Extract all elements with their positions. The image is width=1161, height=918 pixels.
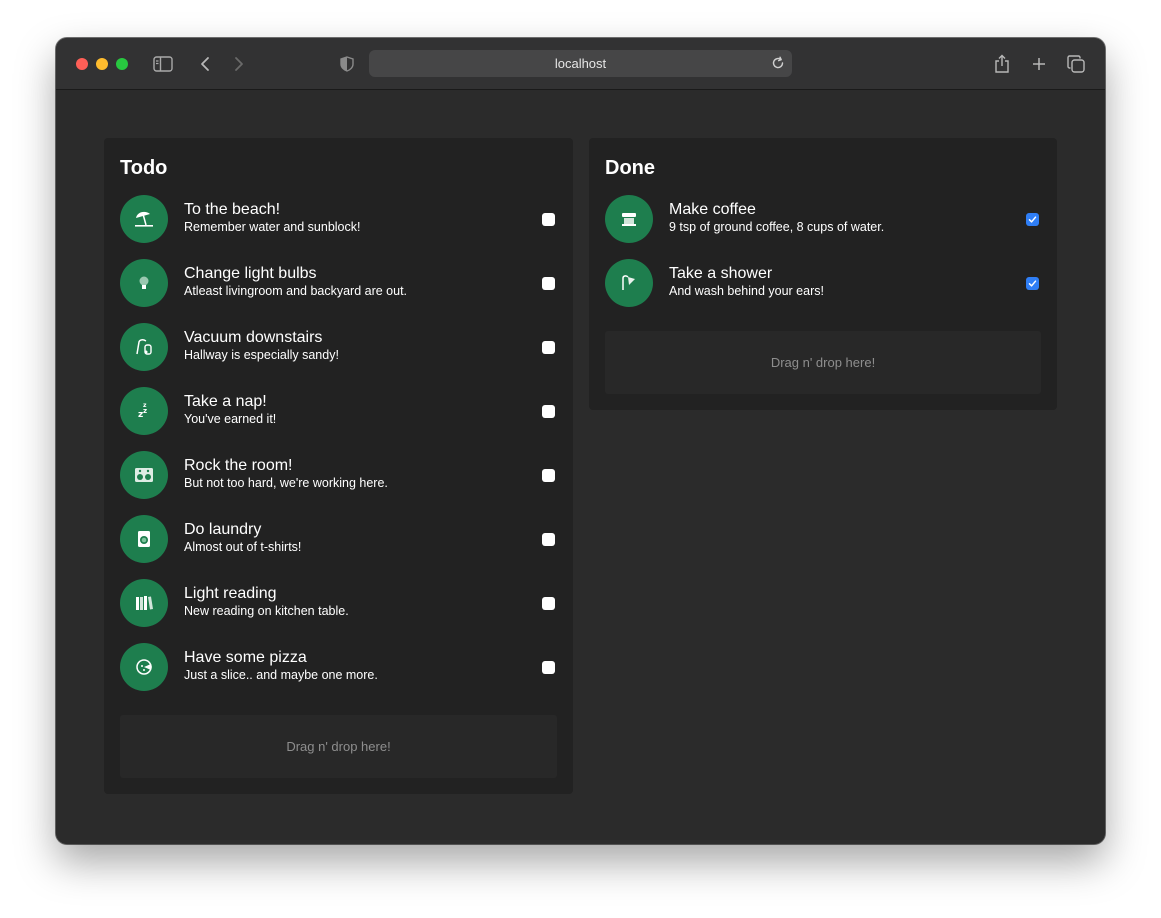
washing-machine-icon	[120, 515, 168, 563]
item-checkbox[interactable]	[542, 469, 555, 482]
item-subtitle: New reading on kitchen table.	[184, 604, 349, 618]
checkmark-icon	[1028, 216, 1037, 223]
item-subtitle: But not too hard, we're working here.	[184, 476, 388, 490]
address-bar[interactable]: localhost	[369, 50, 792, 77]
sidebar-icon[interactable]	[151, 52, 175, 76]
shower-icon	[605, 259, 653, 307]
item-checkbox[interactable]	[542, 597, 555, 610]
item-subtitle: Almost out of t-shirts!	[184, 540, 302, 554]
browser-toolbar: localhost	[56, 38, 1105, 90]
item-title: Vacuum downstairs	[184, 329, 323, 346]
todo-column: Todo To the beach! Remember water and su…	[104, 138, 573, 794]
light-bulb-icon	[120, 259, 168, 307]
todo-item[interactable]: zzz Take a nap! You've earned it!	[120, 387, 557, 451]
item-title: Have some pizza	[184, 649, 307, 666]
speaker-icon	[120, 451, 168, 499]
vacuum-icon	[120, 323, 168, 371]
item-subtitle: And wash behind your ears!	[669, 284, 824, 298]
item-title: Do laundry	[184, 521, 262, 538]
todo-item[interactable]: Rock the room! But not too hard, we're w…	[120, 451, 557, 515]
item-checkbox[interactable]	[542, 277, 555, 290]
svg-text:z: z	[143, 402, 147, 409]
address-url: localhost	[554, 56, 607, 71]
new-tab-icon[interactable]	[1027, 52, 1051, 76]
todo-item[interactable]: Change light bulbs Atleast livingroom an…	[120, 259, 557, 323]
item-subtitle: Just a slice.. and maybe one more.	[184, 668, 378, 682]
page-content: Todo To the beach! Remember water and su…	[56, 91, 1105, 844]
close-window-button[interactable]	[76, 58, 88, 70]
todo-item[interactable]: To the beach! Remember water and sunbloc…	[120, 195, 557, 259]
item-checkbox[interactable]	[542, 213, 555, 226]
item-title: Take a nap!	[184, 393, 267, 410]
todo-item[interactable]: Have some pizza Just a slice.. and maybe…	[120, 643, 557, 707]
reload-icon[interactable]	[770, 55, 786, 71]
back-icon[interactable]	[193, 52, 217, 76]
share-icon[interactable]	[990, 52, 1014, 76]
checkmark-icon	[1028, 280, 1037, 287]
todo-list: To the beach! Remember water and sunbloc…	[120, 195, 557, 707]
todo-column-title: Todo	[120, 157, 168, 179]
item-subtitle: 9 tsp of ground coffee, 8 cups of water.	[669, 220, 885, 234]
item-title: Rock the room!	[184, 457, 293, 474]
item-title: Light reading	[184, 585, 277, 602]
done-item[interactable]: Make coffee 9 tsp of ground coffee, 8 cu…	[605, 195, 1041, 259]
sleep-icon: zzz	[120, 387, 168, 435]
todo-item[interactable]: Light reading New reading on kitchen tab…	[120, 579, 557, 643]
item-checkbox[interactable]	[1026, 277, 1039, 290]
done-column: Done Make coffee 9 tsp of ground coffee,…	[589, 138, 1057, 410]
pizza-icon	[120, 643, 168, 691]
browser-window: localhost Todo To the beach! Remember wa…	[56, 38, 1105, 844]
done-column-title: Done	[605, 157, 655, 179]
item-checkbox[interactable]	[542, 341, 555, 354]
item-title: To the beach!	[184, 201, 281, 218]
item-checkbox[interactable]	[542, 533, 555, 546]
item-subtitle: Remember water and sunblock!	[184, 220, 361, 234]
coffee-maker-icon	[605, 195, 653, 243]
books-icon	[120, 579, 168, 627]
done-dropzone[interactable]: Drag n' drop here!	[605, 331, 1041, 394]
privacy-shield-icon[interactable]	[335, 52, 359, 76]
item-checkbox[interactable]	[542, 405, 555, 418]
minimize-window-button[interactable]	[96, 58, 108, 70]
beach-umbrella-icon	[120, 195, 168, 243]
todo-item[interactable]: Do laundry Almost out of t-shirts!	[120, 515, 557, 579]
todo-item[interactable]: Vacuum downstairs Hallway is especially …	[120, 323, 557, 387]
item-subtitle: You've earned it!	[184, 412, 277, 426]
forward-icon[interactable]	[227, 52, 251, 76]
todo-dropzone[interactable]: Drag n' drop here!	[120, 715, 557, 778]
item-subtitle: Atleast livingroom and backyard are out.	[184, 284, 408, 298]
item-checkbox[interactable]	[542, 661, 555, 674]
item-title: Change light bulbs	[184, 265, 317, 282]
done-item[interactable]: Take a shower And wash behind your ears!	[605, 259, 1041, 323]
item-title: Make coffee	[669, 201, 756, 218]
item-title: Take a shower	[669, 265, 773, 282]
done-list: Make coffee 9 tsp of ground coffee, 8 cu…	[605, 195, 1041, 323]
item-subtitle: Hallway is especially sandy!	[184, 348, 339, 362]
zoom-window-button[interactable]	[116, 58, 128, 70]
tab-overview-icon[interactable]	[1064, 52, 1088, 76]
item-checkbox[interactable]	[1026, 213, 1039, 226]
